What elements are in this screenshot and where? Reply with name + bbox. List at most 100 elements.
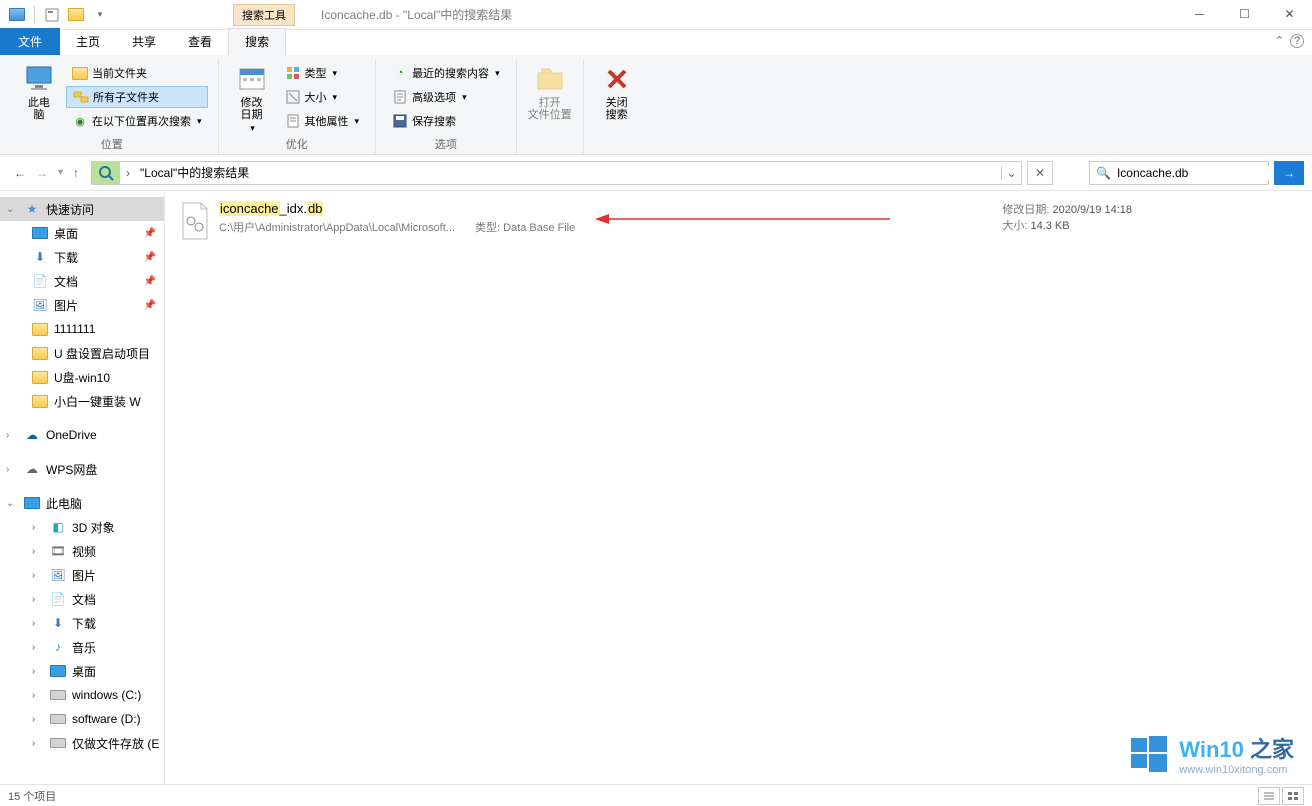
close-search-label: 关闭 搜索 — [606, 97, 628, 121]
search-input[interactable] — [1117, 166, 1272, 180]
sidebar-item-music[interactable]: ›♪音乐 — [0, 635, 164, 659]
annotation-arrow — [595, 211, 895, 230]
up-button[interactable]: ↑ — [73, 166, 79, 180]
sidebar-item-videos[interactable]: ›🎞视频 — [0, 539, 164, 563]
close-search-button[interactable]: 关闭 搜索 — [594, 61, 640, 121]
group-open: 打开 文件位置 — [517, 59, 584, 154]
modify-date-button[interactable]: 修改 日期▾ — [229, 61, 275, 134]
content-area[interactable]: iconcache_idx.db C:\用户\Administrator\App… — [165, 191, 1312, 785]
watermark-title: Win10 之家 — [1179, 732, 1294, 764]
sidebar-item-folder[interactable]: U 盘设置启动项目 — [0, 341, 164, 365]
qat-dropdown-icon[interactable]: ▾ — [89, 4, 111, 26]
ribbon-tabs: 文件 主页 共享 查看 搜索 ⌃ ? — [0, 30, 1312, 55]
this-pc-button[interactable]: 此电 脑 — [16, 61, 62, 121]
address-root-icon[interactable] — [92, 162, 120, 184]
status-bar: 15 个项目 — [0, 784, 1312, 806]
result-metadata: 修改日期: 2020/9/19 14:18 大小: 14.3 KB — [1002, 201, 1132, 233]
group-refine: 修改 日期▾ 类型▾ 大小▾ 其他属性▾ 优化 — [219, 59, 377, 154]
sidebar-item-downloads2[interactable]: ›⬇下载 — [0, 611, 164, 635]
all-subfolders-button[interactable]: 所有子文件夹 — [66, 86, 208, 108]
sidebar-item-desktop2[interactable]: ›桌面 — [0, 659, 164, 683]
sidebar-item-folder[interactable]: U盘-win10 — [0, 365, 164, 389]
file-icon — [179, 201, 211, 241]
sidebar-this-pc[interactable]: ⌄此电脑 — [0, 491, 164, 515]
save-search-button[interactable]: 保存搜索 — [386, 110, 506, 132]
sidebar-item-downloads[interactable]: ⬇下载📌 — [0, 245, 164, 269]
address-path[interactable]: "Local"中的搜索结果 — [136, 164, 253, 181]
sidebar-item-drive-d[interactable]: ›software (D:) — [0, 707, 164, 731]
size-button[interactable]: 大小▾ — [279, 86, 366, 108]
watermark: Win10 之家 www.win10xitong.com — [1129, 732, 1294, 776]
search-tools-tab-label: 搜索工具 — [233, 4, 295, 26]
sidebar-item-drive-e[interactable]: ›仅做文件存放 (E — [0, 731, 164, 755]
sidebar-item-desktop[interactable]: 桌面📌 — [0, 221, 164, 245]
address-box[interactable]: › "Local"中的搜索结果 ⌄ — [91, 161, 1022, 185]
group-location-label: 位置 — [16, 136, 208, 154]
divider — [34, 6, 35, 24]
properties-icon[interactable] — [41, 4, 63, 26]
tab-view[interactable]: 查看 — [172, 29, 228, 55]
item-count: 15 个项目 — [8, 788, 56, 804]
window-controls: ─ ☐ ✕ — [1177, 0, 1312, 28]
group-close: 关闭 搜索 — [584, 59, 650, 154]
details-view-button[interactable] — [1258, 787, 1280, 805]
pin-icon: 📌 — [144, 252, 156, 263]
open-location-label: 打开 文件位置 — [528, 97, 572, 121]
body: ⌄★快速访问 桌面📌 ⬇下载📌 📄文档📌 🖼图片📌 1111111 U 盘设置启… — [0, 191, 1312, 785]
ribbon: 此电 脑 当前文件夹 所有子文件夹 ◉在以下位置再次搜索▾ 位置 修改 日期▾ … — [0, 55, 1312, 155]
recent-searches-button[interactable]: ◔最近的搜索内容▾ — [386, 62, 506, 84]
group-options: ◔最近的搜索内容▾ 高级选项▾ 保存搜索 选项 — [376, 59, 517, 154]
sidebar-item-drive-c[interactable]: ›windows (C:) — [0, 683, 164, 707]
window-title: Iconcache.db - "Local"中的搜索结果 — [321, 6, 512, 23]
pin-icon: 📌 — [144, 300, 156, 311]
nav-arrows: ← → ▾ ↑ — [8, 166, 85, 180]
sidebar-wps[interactable]: ›☁WPS网盘 — [0, 457, 164, 481]
navigation-pane[interactable]: ⌄★快速访问 桌面📌 ⬇下载📌 📄文档📌 🖼图片📌 1111111 U 盘设置启… — [0, 191, 165, 785]
pin-icon: 📌 — [144, 228, 156, 239]
address-chevron[interactable]: › — [120, 162, 136, 184]
sidebar-item-3d[interactable]: ›◧3D 对象 — [0, 515, 164, 539]
pin-icon: 📌 — [144, 276, 156, 287]
sidebar-item-pictures[interactable]: 🖼图片📌 — [0, 293, 164, 317]
new-folder-icon[interactable] — [65, 4, 87, 26]
close-button[interactable]: ✕ — [1267, 0, 1312, 28]
sidebar-item-documents2[interactable]: ›📄文档 — [0, 587, 164, 611]
recent-locations-button[interactable]: ▾ — [58, 167, 63, 178]
ribbon-toggle[interactable]: ⌃ ? — [1275, 34, 1304, 48]
tab-file[interactable]: 文件 — [0, 28, 60, 55]
sidebar-quick-access[interactable]: ⌄★快速访问 — [0, 197, 164, 221]
sidebar-onedrive[interactable]: ›☁OneDrive — [0, 423, 164, 447]
stop-search-button[interactable]: ✕ — [1027, 161, 1053, 185]
open-location-button[interactable]: 打开 文件位置 — [527, 61, 573, 121]
sidebar-item-pictures2[interactable]: ›🖼图片 — [0, 563, 164, 587]
address-dropdown[interactable]: ⌄ — [1001, 166, 1021, 180]
minimize-button[interactable]: ─ — [1177, 0, 1222, 28]
explorer-icon[interactable] — [6, 4, 28, 26]
other-props-button[interactable]: 其他属性▾ — [279, 110, 366, 132]
sidebar-item-documents[interactable]: 📄文档📌 — [0, 269, 164, 293]
current-folder-button[interactable]: 当前文件夹 — [66, 62, 208, 84]
watermark-url: www.win10xitong.com — [1179, 764, 1294, 776]
sidebar-item-folder[interactable]: 1111111 — [0, 317, 164, 341]
address-bar: ← → ▾ ↑ › "Local"中的搜索结果 ⌄ ✕ 🔍 ✕ → — [0, 155, 1312, 191]
type-button[interactable]: 类型▾ — [279, 62, 366, 84]
tab-search[interactable]: 搜索 — [228, 28, 286, 55]
this-pc-label: 此电 脑 — [28, 97, 50, 121]
view-toggle — [1258, 787, 1304, 805]
back-button[interactable]: ← — [14, 166, 26, 180]
icons-view-button[interactable] — [1282, 787, 1304, 805]
titlebar: ▾ 搜索工具 Iconcache.db - "Local"中的搜索结果 ─ ☐ … — [0, 0, 1312, 30]
maximize-button[interactable]: ☐ — [1222, 0, 1267, 28]
search-go-button[interactable]: → — [1274, 161, 1304, 185]
group-location: 此电 脑 当前文件夹 所有子文件夹 ◉在以下位置再次搜索▾ 位置 — [6, 59, 219, 154]
tab-home[interactable]: 主页 — [60, 29, 116, 55]
search-again-button[interactable]: ◉在以下位置再次搜索▾ — [66, 110, 208, 132]
forward-button[interactable]: → — [36, 166, 48, 180]
search-icon: 🔍 — [1096, 166, 1111, 180]
advanced-options-button[interactable]: 高级选项▾ — [386, 86, 506, 108]
tab-share[interactable]: 共享 — [116, 29, 172, 55]
quick-access-toolbar: ▾ — [0, 4, 111, 26]
sidebar-item-folder[interactable]: 小白一键重装 W — [0, 389, 164, 413]
group-options-label: 选项 — [386, 136, 506, 154]
search-box[interactable]: 🔍 ✕ — [1089, 161, 1269, 185]
